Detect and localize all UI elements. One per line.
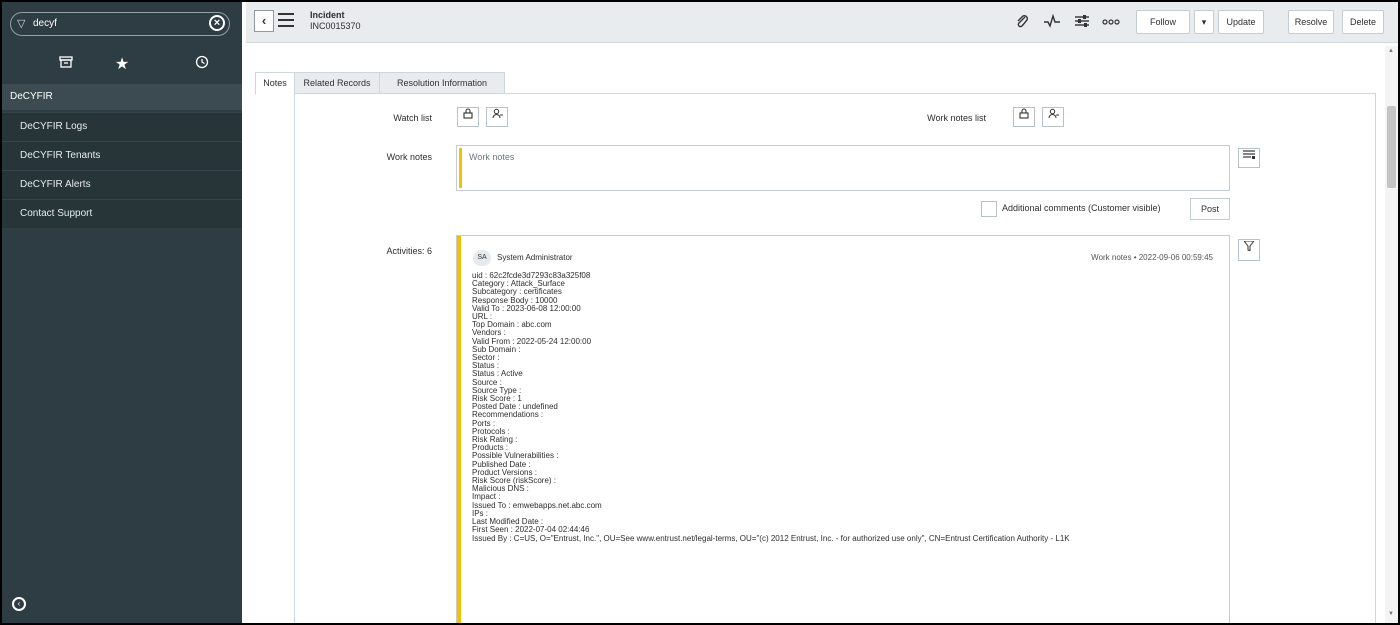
watch-list-label: Watch list (393, 113, 432, 123)
activity-line: Possible Vulnerabilities : (472, 451, 559, 461)
additional-comments-label: Additional comments (Customer visible) (1002, 203, 1161, 213)
activity-line: Sub Domain : (472, 344, 521, 354)
activity-line: Valid From : 2022-05-24 12:00:00 (472, 336, 592, 346)
clear-filter-icon[interactable]: × (209, 15, 225, 31)
activity-line: Ports : (472, 418, 496, 428)
activity-line: Response Body : 10000 (472, 295, 558, 305)
filter-input[interactable]: ▽ decyf × (10, 12, 230, 36)
filter-value: decyf (33, 18, 57, 29)
activity-line: Issued To : emwebapps.net.abc.com (472, 500, 602, 510)
activity-author: System Administrator (497, 253, 573, 262)
sidebar-item-contact-support[interactable]: Contact Support (2, 199, 242, 228)
context-menu-icon[interactable] (278, 13, 294, 27)
sidebar-item-decyfir-logs[interactable]: DeCYFIR Logs (2, 112, 242, 141)
activity-line: Category : Attack_Surface (472, 279, 565, 289)
activity-line: Recommendations : (472, 410, 544, 420)
form-header: ‹ Incident INC0015370 Follow ▾ Update Re… (246, 2, 1398, 43)
template-icon[interactable] (1238, 148, 1260, 168)
activity-icon[interactable] (1043, 13, 1061, 31)
activity-line: Issued By : C=US, O="Entrust, Inc.", OU=… (472, 533, 1070, 543)
activity-line: Status : (472, 361, 500, 371)
activity-line: Subcategory : certificates (472, 287, 562, 297)
activity-line: URL : (472, 312, 493, 322)
work-notes-list-lock-button[interactable] (1013, 107, 1035, 127)
record-number: INC0015370 (310, 21, 361, 31)
tab-resolution-information[interactable]: Resolution Information (379, 72, 505, 95)
nav-section-decyfir[interactable]: DeCYFIR (2, 84, 242, 110)
archive-icon[interactable] (54, 54, 78, 76)
work-notes-field[interactable]: Work notes (456, 145, 1230, 191)
activity-line: Published Date : (472, 459, 531, 469)
work-notes-list-add-user-button[interactable] (1042, 107, 1064, 127)
activity-meta: Work notes • 2022-09-06 00:59:45 (1091, 253, 1213, 262)
update-button[interactable]: Update (1218, 10, 1264, 34)
avatar: SA (473, 250, 491, 266)
activity-line: Products : (472, 443, 509, 453)
clock-icon[interactable] (190, 54, 214, 76)
activity-filter-icon[interactable] (1238, 239, 1260, 261)
activity-line: Malicious DNS : (472, 484, 529, 494)
record-type: Incident (310, 10, 345, 20)
nav-section-label: DeCYFIR (10, 91, 53, 102)
work-notes-label: Work notes (386, 152, 432, 162)
activity-line: Risk Score : 1 (472, 394, 522, 404)
sidebar-item-label: DeCYFIR Tenants (20, 150, 101, 161)
scroll-up-icon[interactable]: ▲ (1388, 48, 1394, 54)
back-button[interactable]: ‹ (254, 10, 274, 32)
sidebar-item-label: DeCYFIR Alerts (20, 179, 91, 190)
tab-notes[interactable]: Notes (255, 72, 295, 95)
post-button[interactable]: Post (1190, 198, 1230, 220)
activity-line: Status : Active (472, 369, 523, 379)
filter-bar: ▽ decyf × (2, 2, 242, 46)
sidebar-item-decyfir-alerts[interactable]: DeCYFIR Alerts (2, 170, 242, 199)
activity-body: uid : 62c2fcde3d7293c83a325f08 Category :… (472, 271, 1222, 543)
activity-line: IPs : (472, 508, 489, 518)
delete-button[interactable]: Delete (1342, 10, 1384, 34)
filter-icon: ▽ (17, 18, 26, 30)
activity-line: Risk Rating : (472, 435, 518, 445)
watch-list-add-user-button[interactable] (486, 107, 508, 127)
sidebar-footer: ‹ (2, 587, 242, 623)
work-notes-list-label: Work notes list (927, 113, 986, 123)
follow-dropdown-button[interactable]: ▾ (1194, 10, 1214, 34)
additional-comments-checkbox[interactable] (981, 201, 997, 217)
watch-list-lock-button[interactable] (457, 107, 479, 127)
resolve-button[interactable]: Resolve (1288, 10, 1334, 34)
activity-line: Valid To : 2023-06-08 12:00:00 (472, 303, 581, 313)
navigator-tabs: ★ (2, 52, 242, 80)
tab-related-records[interactable]: Related Records (294, 72, 380, 95)
sidebar-item-decyfir-tenants[interactable]: DeCYFIR Tenants (2, 141, 242, 170)
follow-button[interactable]: Follow (1136, 10, 1190, 34)
activity-line: uid : 62c2fcde3d7293c83a325f08 (472, 271, 591, 280)
activity-entry: SA System Administrator Work notes • 202… (456, 235, 1230, 623)
activity-line: Posted Date : undefined (472, 402, 558, 412)
activity-line: Source Type : (472, 385, 522, 395)
activity-line: Product Versions : (472, 467, 537, 477)
sidebar-item-label: DeCYFIR Logs (20, 121, 88, 132)
sidebar: ▽ decyf × ★ DeCYFIR DeCYFIR Logs DeCYFIR… (2, 2, 242, 623)
activity-line: Risk Score (riskScore) : (472, 476, 557, 486)
attachment-icon[interactable] (1013, 13, 1031, 31)
activity-line: Top Domain : abc.com (472, 320, 552, 330)
activity-line: Source : (472, 377, 502, 387)
work-note-indicator (457, 236, 461, 623)
activity-line: Protocols : (472, 426, 510, 436)
activities-label: Activities: 6 (386, 246, 432, 256)
star-icon[interactable]: ★ (110, 54, 134, 76)
collapse-navigator-icon[interactable]: ‹ (12, 597, 26, 611)
scroll-down-icon[interactable]: ▼ (1388, 611, 1394, 617)
sidebar-item-label: Contact Support (20, 208, 93, 219)
record-title: Incident INC0015370 (310, 10, 361, 32)
scroll-thumb[interactable] (1387, 106, 1396, 188)
more-icon[interactable] (1102, 13, 1120, 31)
scrollbar[interactable]: ▲ ▼ (1385, 46, 1398, 623)
activity-line: Sector : (472, 353, 500, 363)
settings-icon[interactable] (1073, 13, 1091, 31)
work-notes-placeholder: Work notes (469, 152, 515, 162)
app-frame: ▽ decyf × ★ DeCYFIR DeCYFIR Logs DeCYFIR… (0, 0, 1400, 625)
mandatory-indicator (459, 148, 462, 188)
